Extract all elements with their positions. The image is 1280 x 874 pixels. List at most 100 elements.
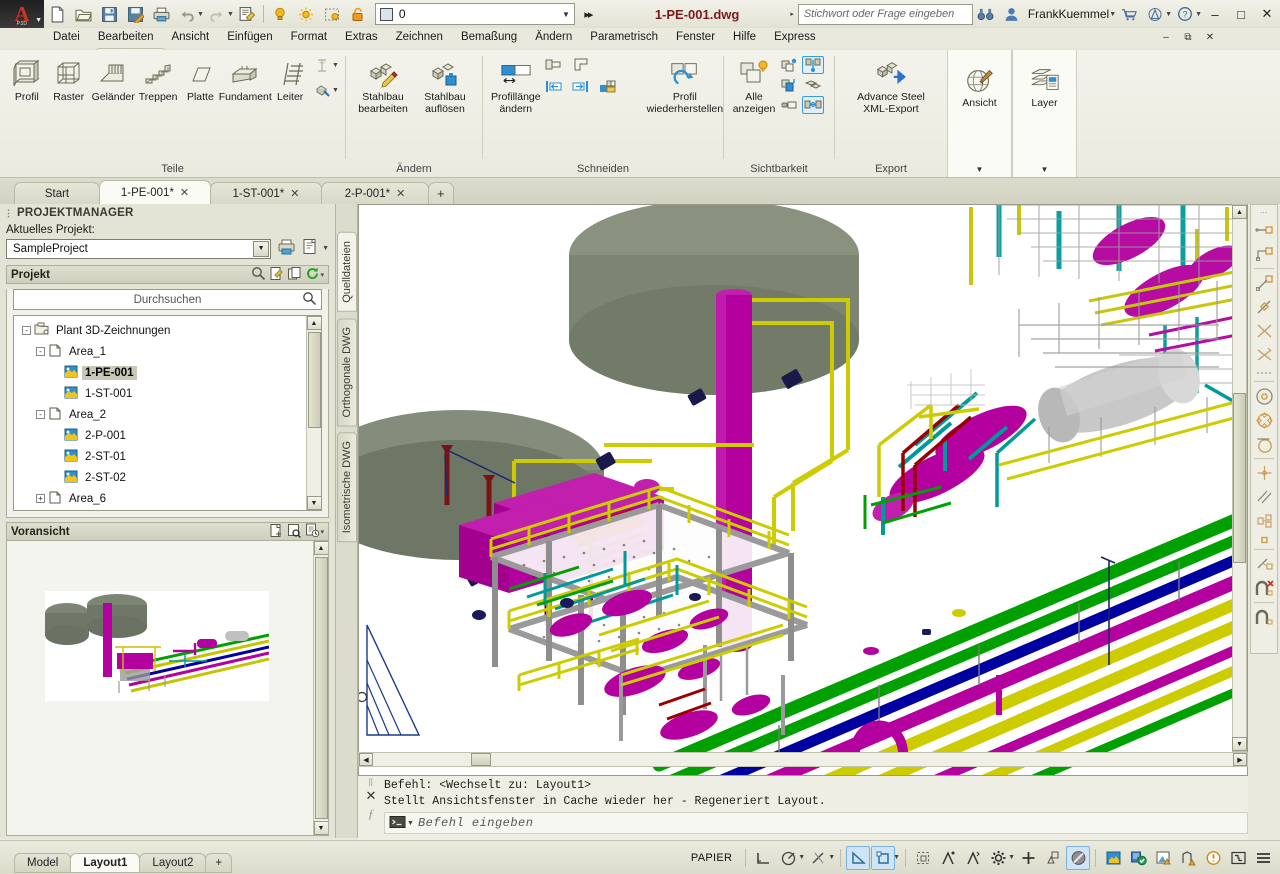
intersection-snap-icon[interactable] bbox=[1252, 319, 1276, 343]
isolate-object-icon[interactable] bbox=[802, 56, 824, 74]
print-project-icon[interactable] bbox=[277, 238, 296, 259]
preview-zoom-icon[interactable] bbox=[287, 523, 302, 541]
spec-warning-icon[interactable] bbox=[1151, 846, 1175, 870]
point-filter-icon[interactable] bbox=[1252, 552, 1276, 576]
ribbon-button-gelaender[interactable]: Geländer bbox=[90, 54, 137, 108]
extension-snap-icon[interactable] bbox=[1252, 367, 1276, 379]
scroll-down-icon[interactable]: ▼ bbox=[1232, 737, 1247, 751]
scrollbar-thumb[interactable] bbox=[1233, 393, 1246, 563]
menu-item[interactable]: Format bbox=[282, 29, 336, 45]
project-select[interactable]: SampleProject ▼ bbox=[6, 238, 272, 259]
chevron-down-icon[interactable]: ▼ bbox=[828, 854, 835, 861]
scroll-up-icon[interactable]: ▲ bbox=[1232, 205, 1247, 219]
menu-item[interactable]: Bemaßung bbox=[452, 29, 526, 45]
ribbon-button-profil-wiederherstellen[interactable]: Profil wiederherstellen bbox=[645, 54, 725, 119]
preview-history-icon[interactable] bbox=[305, 523, 320, 541]
close-icon[interactable]: ✕ bbox=[366, 788, 377, 804]
ribbon-button-fundament[interactable]: Fundament bbox=[219, 54, 272, 108]
command-input[interactable]: ▼ Befehl eingeben bbox=[384, 812, 1248, 834]
workspace-gear-icon[interactable] bbox=[986, 846, 1010, 870]
line-snap-icon[interactable] bbox=[1252, 271, 1276, 295]
preview-new-icon[interactable] bbox=[269, 523, 284, 541]
hardware-accel-icon[interactable] bbox=[1066, 845, 1090, 870]
application-menu-button[interactable]: A P3D ▼ bbox=[0, 0, 44, 28]
osnap-settings-icon[interactable] bbox=[1252, 605, 1276, 629]
apparent-intersection-icon[interactable] bbox=[1252, 343, 1276, 367]
redo-icon[interactable] bbox=[204, 2, 230, 26]
minimize-window-button[interactable]: – bbox=[1202, 2, 1228, 26]
miter-cut-icon[interactable] bbox=[597, 77, 619, 95]
layer-combo[interactable]: 0 ▼ bbox=[374, 3, 575, 25]
menu-item[interactable]: Datei bbox=[44, 29, 89, 45]
help-icon[interactable]: ? bbox=[1172, 2, 1198, 26]
chevron-down-icon[interactable]: ▼ bbox=[798, 854, 805, 861]
midpoint-snap-icon[interactable] bbox=[1252, 242, 1276, 266]
tree-node-area-6[interactable]: + Area_6 bbox=[22, 488, 306, 509]
scroll-up-icon[interactable]: ▲ bbox=[313, 541, 328, 555]
tree-node-1-pe-001[interactable]: 1-PE-001 bbox=[22, 362, 306, 383]
minimize-doc-button[interactable]: – bbox=[1156, 29, 1176, 45]
close-icon[interactable]: ✕ bbox=[396, 187, 405, 200]
document-tab-2-p-001[interactable]: 2-P-001* ✕ bbox=[321, 182, 429, 204]
user-account-icon[interactable] bbox=[999, 2, 1025, 26]
chevron-down-icon[interactable]: ▼ bbox=[322, 245, 329, 252]
tree-node-plant3d-drawings[interactable]: - Plant 3D-Zeichnungen bbox=[22, 320, 306, 341]
ribbon-button-platte[interactable]: Platte bbox=[179, 54, 221, 108]
chevron-down-icon[interactable]: ▼ bbox=[893, 854, 900, 861]
new-layout-button[interactable]: + bbox=[205, 852, 233, 873]
refresh-icon[interactable] bbox=[305, 266, 320, 284]
store-cart-icon[interactable] bbox=[1116, 2, 1142, 26]
chevron-down-icon[interactable]: ▼ bbox=[332, 87, 339, 94]
canvas-vertical-scrollbar[interactable]: ▲ ▼ bbox=[1232, 204, 1247, 752]
chevron-down-icon[interactable]: ▼ bbox=[407, 820, 414, 827]
cut-straight-icon[interactable] bbox=[543, 55, 565, 73]
node-snap-icon[interactable] bbox=[1252, 461, 1276, 485]
ribbon-button-stahlbau-bearbeiten[interactable]: Stahlbau bearbeiten bbox=[352, 54, 414, 119]
connection-tool-icon[interactable] bbox=[311, 81, 333, 99]
menu-item[interactable]: Extras bbox=[336, 29, 387, 45]
polar-tracking-icon[interactable] bbox=[776, 846, 800, 870]
insert-snap-icon[interactable] bbox=[1252, 509, 1276, 533]
space-toggle-button[interactable]: PAPIER bbox=[683, 852, 740, 864]
canvas-horizontal-scrollbar[interactable]: ◀ ▶ bbox=[358, 752, 1248, 767]
menu-item[interactable]: Zeichnen bbox=[387, 29, 452, 45]
tree-node-2-st-02[interactable]: 2-ST-02 bbox=[22, 467, 306, 488]
scroll-down-icon[interactable]: ▼ bbox=[313, 821, 328, 835]
quadrant-snap-icon[interactable] bbox=[1252, 408, 1276, 432]
side-tab-isometrische-dwg[interactable]: Isometrische DWG bbox=[336, 432, 357, 543]
close-window-button[interactable]: ✕ bbox=[1254, 2, 1280, 26]
clean-screen-icon[interactable] bbox=[1226, 846, 1250, 870]
project-tree[interactable]: - Plant 3D-Zeichnungen - Area_1 1-PE-001… bbox=[13, 315, 322, 511]
tree-toggle-icon[interactable]: - bbox=[22, 326, 31, 335]
validation-icon[interactable] bbox=[1176, 846, 1200, 870]
chevron-down-icon[interactable]: ▼ bbox=[253, 240, 270, 257]
tree-toggle-icon[interactable]: - bbox=[36, 347, 45, 356]
ribbon-button-raster[interactable]: Raster bbox=[48, 54, 90, 108]
project-search-input[interactable]: Durchsuchen bbox=[13, 289, 322, 310]
layer-freeze-icon[interactable] bbox=[293, 2, 319, 26]
new-file-icon[interactable] bbox=[44, 2, 70, 26]
toolbar-overflow-icon[interactable]: ▸▸ bbox=[575, 2, 601, 26]
tree-node-area-2[interactable]: - Area_2 bbox=[22, 404, 306, 425]
show-object-icon[interactable] bbox=[778, 76, 800, 94]
hide-group-icon[interactable] bbox=[802, 76, 824, 94]
ribbon-panel-dropdown[interactable]: ▼ bbox=[1015, 161, 1074, 177]
search-binoculars-icon[interactable] bbox=[973, 2, 999, 26]
annotation-scale-icon[interactable] bbox=[936, 846, 960, 870]
menu-item[interactable]: Einfügen bbox=[218, 29, 281, 45]
properties-icon[interactable] bbox=[234, 2, 260, 26]
new-drawing-icon[interactable] bbox=[269, 266, 284, 284]
menu-item[interactable]: Ändern bbox=[526, 29, 581, 45]
layer-isolate-icon[interactable] bbox=[319, 2, 345, 26]
selection-cycling-icon[interactable] bbox=[911, 846, 935, 870]
scroll-right-icon[interactable]: ▶ bbox=[1233, 753, 1247, 766]
layout-tab-model[interactable]: Model bbox=[14, 852, 72, 873]
hide-object-icon[interactable] bbox=[778, 56, 800, 74]
mirror-visibility-icon[interactable] bbox=[802, 96, 824, 114]
endpoint-snap-icon[interactable] bbox=[1252, 218, 1276, 242]
menu-item[interactable]: Fenster bbox=[667, 29, 724, 45]
scroll-up-icon[interactable]: ▲ bbox=[306, 316, 321, 330]
scroll-left-icon[interactable]: ◀ bbox=[359, 753, 373, 766]
tree-node-area-1[interactable]: - Area_1 bbox=[22, 341, 306, 362]
chevron-down-icon[interactable]: ▼ bbox=[976, 165, 984, 174]
